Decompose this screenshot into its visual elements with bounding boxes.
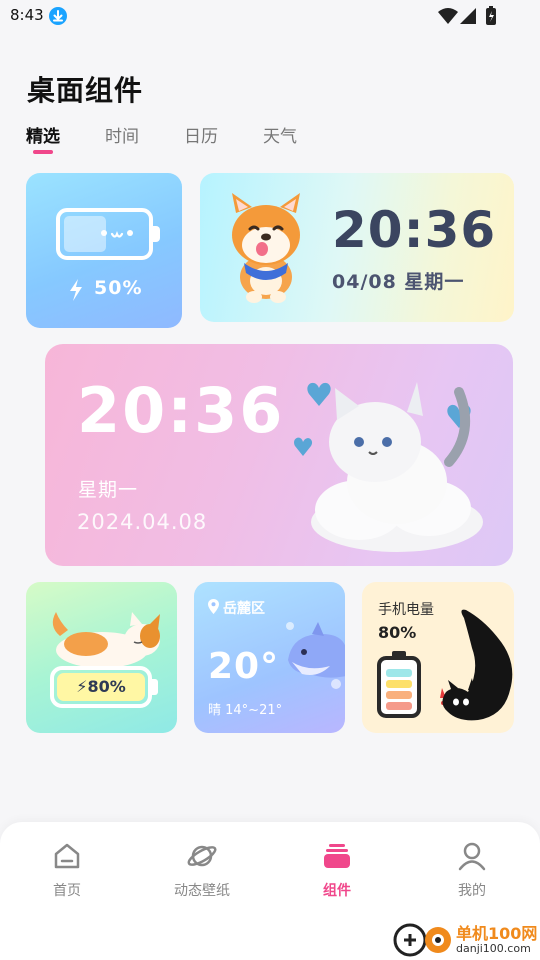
black-cat-battery-widget[interactable]: 手机电量 80% — [362, 582, 514, 733]
big-clock-time: 20:36 — [77, 374, 285, 447]
clock-date: 04/08 星期一 — [332, 271, 465, 293]
nav-home[interactable]: 首页 — [17, 840, 117, 900]
battery-percent: 50% — [94, 277, 143, 299]
charging-percent: 80% — [87, 677, 126, 696]
signal-icon — [460, 8, 476, 24]
nav-live-wallpaper-label: 动态壁纸 — [174, 883, 230, 899]
nav-home-label: 首页 — [53, 883, 81, 899]
status-bar: 8:43 — [0, 0, 540, 32]
status-time: 8:43 — [10, 6, 44, 24]
watermark-subtext: danji100.com — [456, 942, 531, 955]
battery-status-icon — [486, 6, 496, 25]
power-battery-graphic — [377, 651, 421, 718]
tab-calendar[interactable]: 日历 — [184, 122, 218, 147]
location-pin-icon — [208, 599, 219, 614]
calico-cat-illustration — [52, 612, 160, 668]
clock-time: 20:36 — [332, 201, 497, 259]
big-clock-weekday: 星期一 — [78, 479, 139, 501]
profile-icon — [458, 842, 486, 871]
nav-profile[interactable]: 我的 — [422, 840, 522, 900]
bolt-icon: ⚡ — [76, 677, 88, 696]
shiba-illustration — [232, 193, 300, 303]
black-cat-illustration — [440, 609, 513, 721]
heart-icon — [307, 382, 331, 406]
nav-live-wallpaper[interactable]: 动态壁纸 — [152, 840, 252, 900]
status-icons — [438, 6, 510, 26]
charging-cat-widget[interactable]: ⚡80% — [26, 582, 177, 733]
tab-featured[interactable]: 精选 — [26, 122, 60, 147]
weather-range: 晴 14°~21° — [208, 703, 283, 718]
tab-weather[interactable]: 天气 — [263, 122, 297, 147]
weather-widget[interactable]: 岳麓区 20° 晴 14°~21° — [194, 582, 345, 733]
nav-widgets-label: 组件 — [323, 883, 351, 899]
battery-widget[interactable]: 50% — [26, 173, 182, 328]
watermark: 单机100网 danji100.com — [392, 918, 540, 960]
wifi-icon — [438, 8, 458, 24]
tab-bar: 精选 时间 日历 天气 — [26, 122, 426, 162]
home-icon — [54, 843, 80, 869]
weather-location: 岳麓区 — [223, 601, 265, 617]
tab-time[interactable]: 时间 — [105, 122, 139, 147]
cloud-cat-illustration — [294, 382, 483, 552]
charging-battery-graphic: ⚡80% — [50, 666, 152, 708]
watermark-text: 单机100网 — [456, 924, 538, 943]
page-title: 桌面组件 — [27, 74, 144, 107]
dolphin-illustration — [286, 622, 345, 689]
widgets-icon — [324, 844, 350, 868]
big-clock-date: 2024.04.08 — [77, 510, 208, 534]
weather-temperature: 20° — [208, 646, 280, 687]
nav-profile-label: 我的 — [458, 883, 486, 899]
power-label: 手机电量 — [378, 602, 434, 618]
shiba-clock-widget[interactable]: 20:36 04/08 星期一 — [200, 173, 514, 322]
tab-indicator — [33, 150, 53, 154]
cat-clock-widget[interactable]: 20:36 星期一 2024.04.08 — [45, 344, 513, 566]
heart-icon — [294, 437, 313, 456]
battery-graphic — [56, 208, 153, 260]
smile-icon — [101, 230, 133, 238]
power-percent: 80% — [378, 623, 417, 642]
nav-widgets[interactable]: 组件 — [287, 840, 387, 900]
download-icon — [49, 7, 67, 25]
planet-icon — [187, 845, 217, 867]
watermark-logo-icon — [393, 923, 451, 957]
